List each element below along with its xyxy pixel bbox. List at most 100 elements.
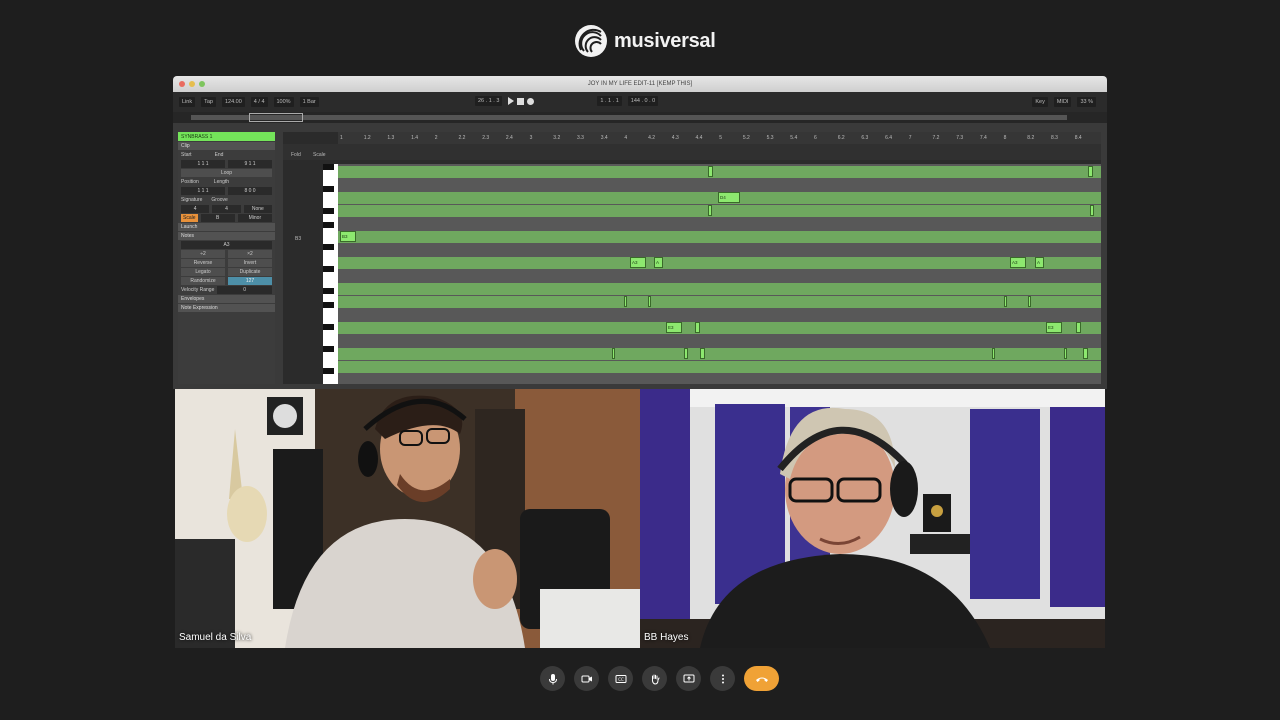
midi-note[interactable]	[684, 348, 688, 359]
piano-black-key[interactable]	[323, 288, 334, 294]
ruler-tick-label: 7.2	[932, 135, 940, 141]
beat-ruler[interactable]: 1 1.2 1.3 1.4 2 2.2 2.3 2.4 3 3.2 3.3 3.4 4 4.2 4.3 4.4…	[338, 132, 1101, 144]
raise-hand-button[interactable]	[642, 666, 667, 691]
fold-button[interactable]: Fold	[291, 152, 301, 158]
note-expression-section-header[interactable]: Note Expression	[178, 304, 275, 312]
loop-start-field[interactable]: 1 . 1 . 1	[597, 96, 622, 106]
ruler-tick-label: 1.2	[363, 135, 371, 141]
arrangement-overview[interactable]	[173, 112, 1107, 123]
midi-note[interactable]	[992, 348, 995, 359]
participant-video-feed	[175, 389, 640, 648]
link-button[interactable]: Link	[179, 97, 196, 107]
halve-button[interactable]: ÷2	[181, 249, 225, 258]
piano-black-key[interactable]	[323, 302, 334, 308]
midi-note[interactable]: A	[1035, 257, 1044, 268]
piano-black-key[interactable]	[323, 164, 334, 170]
midi-note[interactable]	[1083, 348, 1088, 359]
stop-icon[interactable]	[517, 97, 525, 105]
signature-denominator[interactable]: 4	[212, 204, 241, 213]
midi-note[interactable]: D4	[718, 192, 740, 203]
midi-note[interactable]	[648, 296, 651, 307]
captions-button[interactable]: CC	[608, 666, 633, 691]
scale-mode-select[interactable]: Minor	[237, 213, 273, 222]
microphone-button[interactable]	[540, 666, 565, 691]
midi-note[interactable]: A3	[1010, 257, 1026, 268]
end-call-button[interactable]	[744, 666, 779, 691]
record-icon[interactable]	[527, 97, 535, 105]
piano-black-key[interactable]	[323, 244, 334, 250]
midi-note[interactable]: A3	[630, 257, 646, 268]
velocity-range-field[interactable]: 0	[217, 285, 272, 294]
envelopes-section-header[interactable]: Envelopes	[178, 295, 275, 303]
ruler-tick-label: 4.2	[648, 135, 656, 141]
midi-note[interactable]	[708, 205, 712, 216]
reverse-button[interactable]: Reverse	[181, 258, 225, 267]
more-options-button[interactable]	[710, 666, 735, 691]
double-button[interactable]: ×2	[228, 249, 272, 258]
invert-button[interactable]: Invert	[228, 258, 272, 267]
position-field[interactable]: 1 1 1	[181, 186, 225, 195]
share-screen-button[interactable]	[676, 666, 701, 691]
tap-button[interactable]: Tap	[201, 97, 216, 107]
midi-note[interactable]	[1090, 205, 1094, 216]
note-grid[interactable]: D4 B3 A3 A A3 A E3 E3	[338, 164, 1101, 384]
midi-note[interactable]: A	[654, 257, 663, 268]
zoom-field[interactable]: 100%	[273, 97, 294, 107]
midi-note[interactable]: E3	[1046, 322, 1062, 333]
piano-keyboard[interactable]	[323, 164, 338, 384]
track-name[interactable]: SYNBRASS 1	[178, 132, 275, 141]
midi-note[interactable]	[612, 348, 615, 359]
loop-toggle[interactable]: Loop	[181, 168, 272, 177]
scale-button[interactable]: Scale	[313, 152, 326, 158]
scale-root-select[interactable]: B	[200, 213, 235, 222]
piano-black-key[interactable]	[323, 368, 334, 374]
randomize-button[interactable]: Randomize	[181, 276, 225, 285]
midi-note[interactable]	[1004, 296, 1007, 307]
piano-black-key[interactable]	[323, 346, 334, 352]
key-map-button[interactable]: Key	[1032, 97, 1048, 107]
midi-note[interactable]	[624, 296, 627, 307]
loop-length-field[interactable]: 144 . 0 . 0	[627, 96, 659, 106]
notes-section-header[interactable]: Notes	[178, 232, 275, 240]
midi-map-button[interactable]: MIDI	[1053, 97, 1072, 107]
midi-note[interactable]: B3	[340, 231, 356, 242]
groove-select[interactable]: None	[243, 204, 272, 213]
piano-black-key[interactable]	[323, 324, 334, 330]
clip-section-header[interactable]: Clip	[178, 142, 275, 150]
camera-button[interactable]	[574, 666, 599, 691]
launch-section-header[interactable]: Launch	[178, 223, 275, 231]
piano-black-key[interactable]	[323, 266, 334, 272]
midi-note[interactable]	[1088, 166, 1093, 177]
midi-note[interactable]	[1064, 348, 1067, 359]
ruler-tick-label: 5.4	[790, 135, 798, 141]
tempo-field[interactable]: 124.00	[221, 97, 245, 107]
midi-note[interactable]	[1076, 322, 1081, 333]
end-field[interactable]: 9 1 1	[228, 159, 272, 168]
start-field[interactable]: 1 1 1	[181, 159, 225, 168]
duplicate-button[interactable]: Duplicate	[228, 267, 272, 276]
ruler-tick-label: 3.2	[553, 135, 561, 141]
randomize-amount-field[interactable]: 127	[228, 276, 272, 285]
participant-video-tile[interactable]: Samuel da Silva	[175, 389, 640, 648]
ruler-tick-label: 8.3	[1051, 135, 1058, 141]
midi-note[interactable]	[708, 166, 713, 177]
piano-black-key[interactable]	[323, 222, 334, 228]
note-pitch-field[interactable]: A3	[181, 240, 272, 249]
song-position-field[interactable]: 26 . 1 . 3	[475, 96, 503, 106]
ruler-tick-label: 6.4	[885, 135, 893, 141]
scale-toggle[interactable]: Scale	[181, 213, 198, 222]
piano-black-key[interactable]	[323, 186, 334, 192]
midi-note[interactable]	[1028, 296, 1031, 307]
midi-note[interactable]	[700, 348, 705, 359]
midi-note[interactable]	[695, 322, 700, 333]
piano-black-key[interactable]	[323, 208, 334, 214]
time-signature-field[interactable]: 4 / 4	[250, 97, 268, 107]
quantize-select[interactable]: 1 Bar	[299, 97, 319, 107]
signature-numerator[interactable]: 4	[181, 204, 210, 213]
participant-video-tile[interactable]: BB Hayes	[640, 389, 1105, 648]
play-icon[interactable]	[508, 97, 515, 105]
legato-button[interactable]: Legato	[181, 267, 225, 276]
length-field[interactable]: 8 0 0	[228, 186, 272, 195]
overview-viewport[interactable]	[249, 113, 303, 122]
midi-note[interactable]: E3	[666, 322, 682, 333]
